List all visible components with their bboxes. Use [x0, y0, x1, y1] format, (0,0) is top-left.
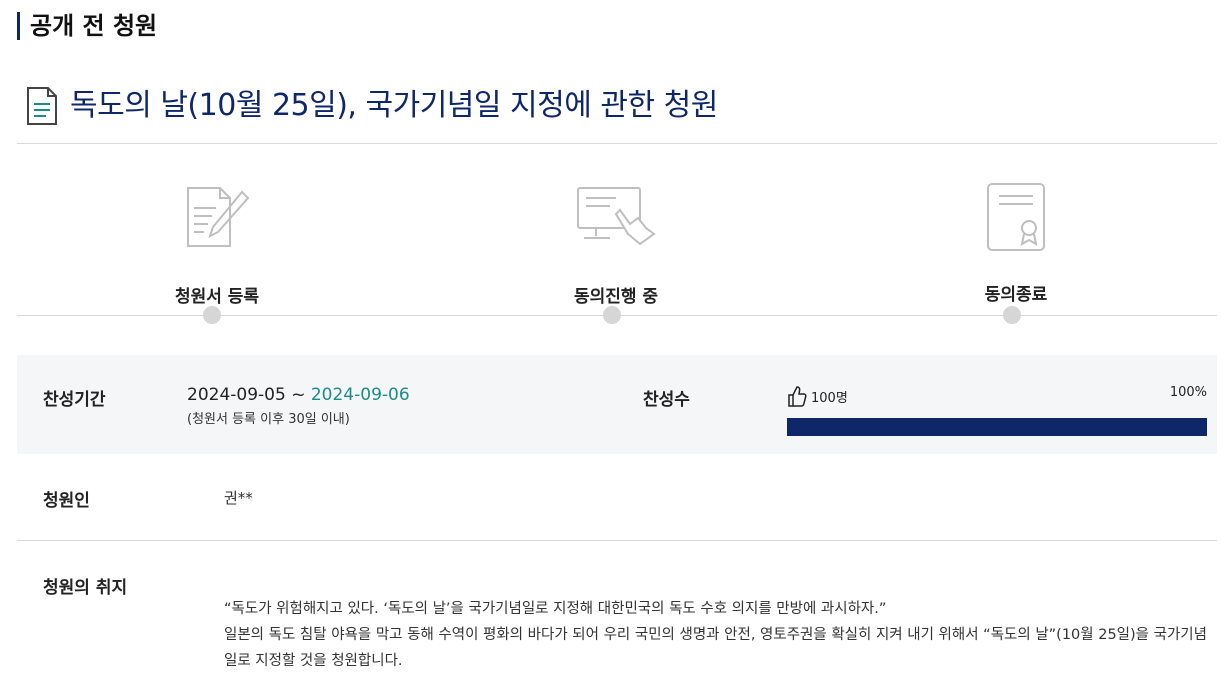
- step-dot: [203, 306, 221, 324]
- petitioner-value: 권**: [224, 489, 253, 507]
- divider: [17, 143, 1217, 144]
- start-date: 2024-09-05: [187, 385, 286, 405]
- support-progress-fill: [787, 418, 1207, 436]
- end-date: 2024-09-06: [310, 385, 410, 405]
- thumbs-up-icon: [788, 386, 807, 407]
- purpose-quote: “독도가 위험해지고 있다. ‘독도의 날’을 국가기념일로 지정해 대한민국의…: [224, 601, 887, 617]
- step-in-progress: 동의진행 중: [496, 184, 736, 307]
- purpose-label: 청원의 취지: [43, 578, 128, 598]
- period-label: 찬성기간: [43, 390, 106, 410]
- divider: [17, 540, 1217, 541]
- petitioner-label: 청원인: [43, 491, 90, 511]
- support-percent: 100%: [1169, 385, 1207, 400]
- purpose-content: “독도가 위험해지고 있다. ‘독도의 날’을 국가기념일로 지정해 대한민국의…: [224, 596, 1210, 674]
- step-dot: [1003, 306, 1021, 324]
- document-pen-icon: [187, 187, 250, 247]
- period-separator: ~: [291, 385, 306, 405]
- step-register: 청원서 등록: [97, 184, 337, 307]
- step-label: 청원서 등록: [174, 287, 260, 307]
- support-count-value: 100명: [811, 390, 848, 406]
- section-title: 공개 전 청원: [17, 12, 157, 40]
- step-label: 동의진행 중: [573, 287, 659, 307]
- purpose-body: 일본의 독도 침탈 야욕을 막고 동해 수역이 평화의 바다가 되어 우리 국민…: [224, 627, 1207, 669]
- petition-heading: 독도의 날(10월 25일), 국가기념일 지정에 관한 청원: [26, 86, 718, 126]
- step-complete: 동의종료: [896, 182, 1136, 305]
- support-period: 2024-09-05 ~ 2024-09-06: [187, 385, 410, 405]
- monitor-hand-icon: [577, 187, 656, 246]
- step-dot: [603, 306, 621, 324]
- period-note: (청원서 등록 이후 30일 이내): [187, 412, 350, 427]
- document-icon: [27, 87, 57, 125]
- support-progress-bar: [787, 418, 1207, 436]
- step-label: 동의종료: [984, 285, 1048, 305]
- count-label: 찬성수: [643, 390, 690, 410]
- certificate-icon: [987, 183, 1045, 251]
- petition-title: 독도의 날(10월 25일), 국가기념일 지정에 관한 청원: [70, 88, 718, 123]
- support-count: 100명: [787, 385, 848, 407]
